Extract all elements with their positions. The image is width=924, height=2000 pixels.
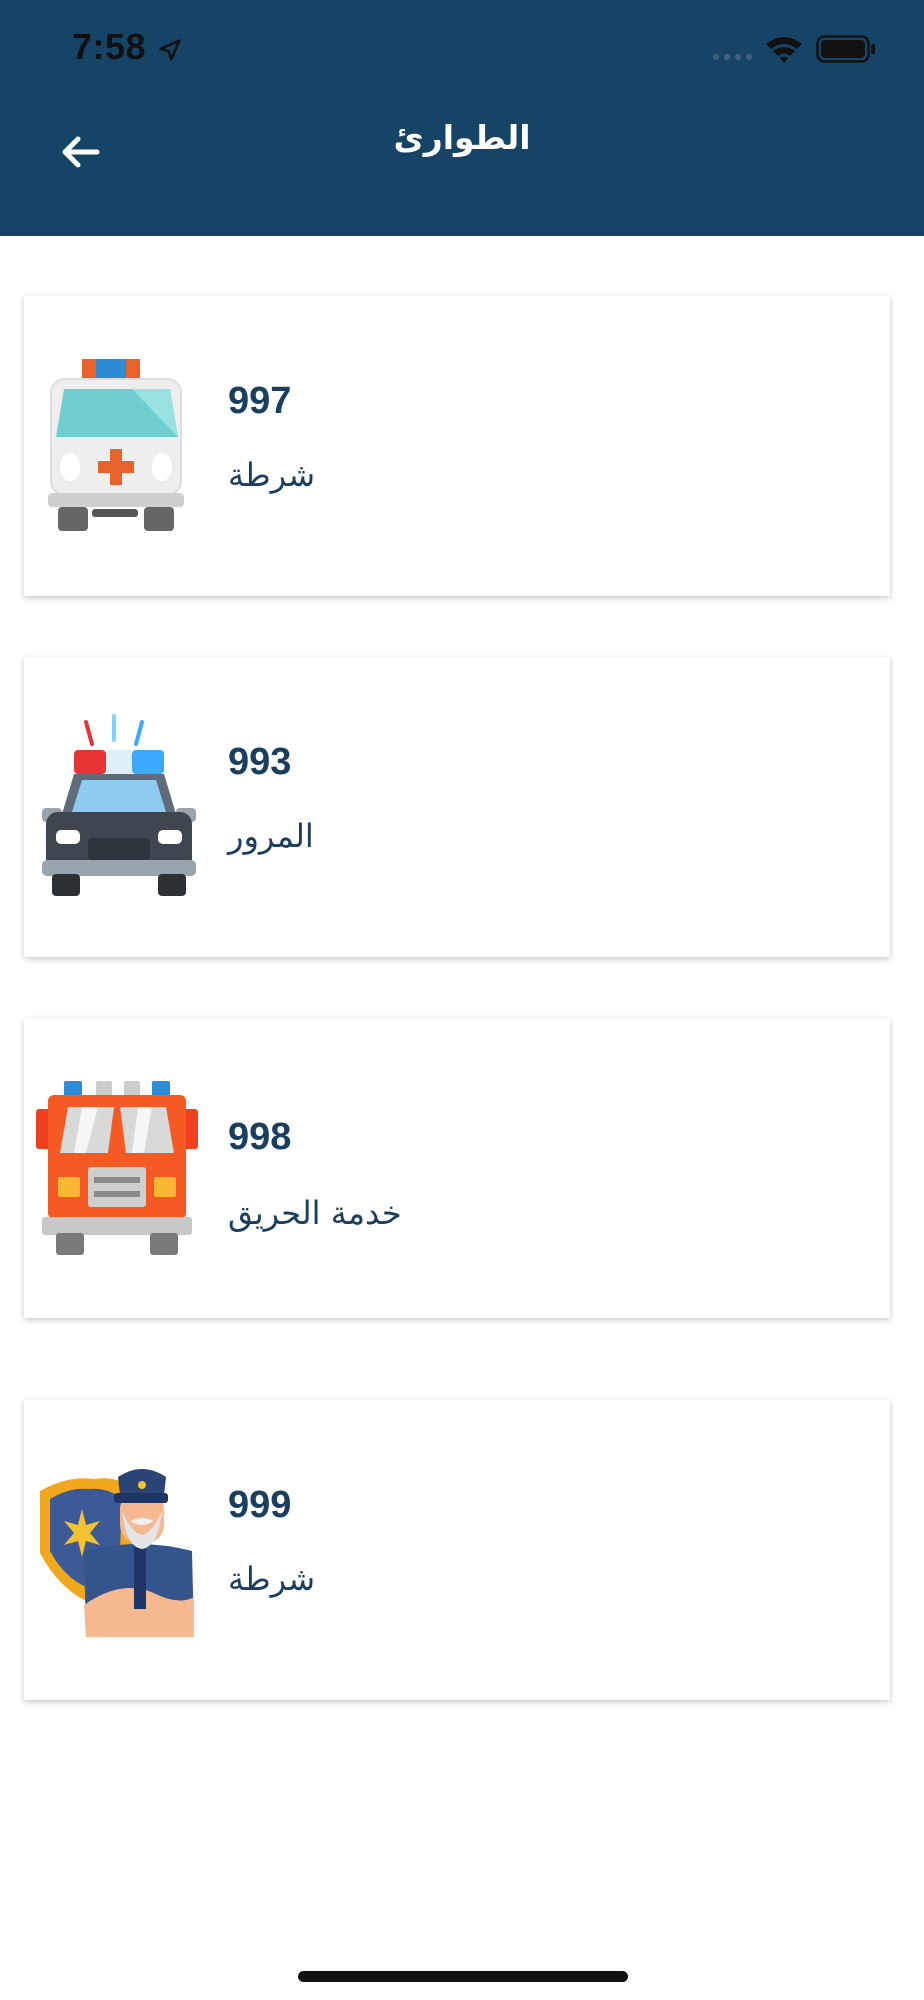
status-time: 7:58 [72, 26, 147, 67]
contact-number: 998 [228, 1116, 292, 1158]
emergency-contact-card[interactable]: 998 خدمة الحريق [24, 1018, 890, 1318]
emergency-contact-card[interactable]: 999 شرطة [24, 1400, 890, 1700]
contact-number: 997 [228, 380, 292, 422]
contact-label: المرور [228, 817, 314, 855]
header-bar: 7:58 الطوارئ [0, 0, 924, 236]
wifi-icon [766, 37, 802, 63]
contact-label: خدمة الحريق [228, 1194, 402, 1232]
fire-truck-icon [36, 1081, 198, 1255]
police-car-icon [42, 714, 196, 896]
contact-number: 993 [228, 741, 292, 783]
battery-icon [816, 35, 875, 63]
emergency-contact-card[interactable]: 993 المرور [24, 657, 890, 957]
contact-label: شرطة [228, 1560, 316, 1598]
location-arrow-icon [159, 39, 181, 61]
contact-number: 999 [228, 1484, 292, 1526]
police-officer-icon [40, 1469, 194, 1637]
contact-label: شرطة [228, 456, 316, 494]
emergency-screen: 7:58 الطوارئ 997 شرطة 993 المرور 998 خدم… [0, 0, 924, 2000]
signal-icon [712, 53, 753, 61]
page-title: الطوارئ [393, 118, 531, 157]
ambulance-icon [48, 359, 184, 531]
emergency-contact-card[interactable]: 997 شرطة [24, 296, 890, 596]
home-indicator[interactable] [298, 1971, 628, 1982]
